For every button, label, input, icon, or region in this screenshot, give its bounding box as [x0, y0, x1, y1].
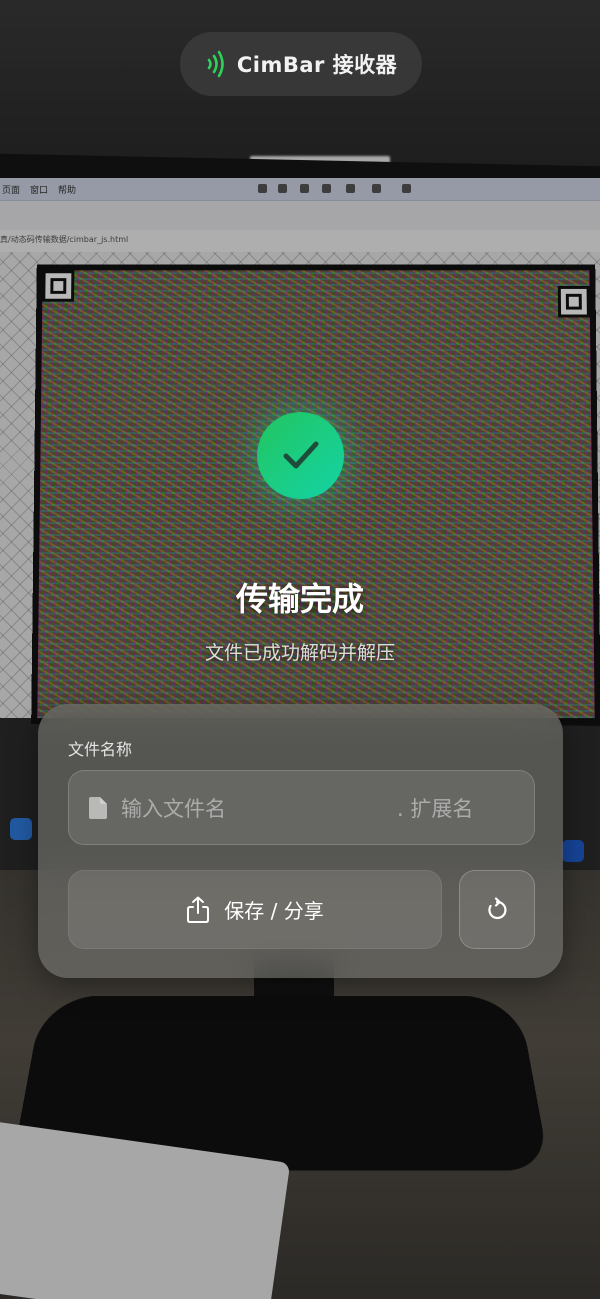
extension-input[interactable]	[395, 771, 529, 846]
filename-input[interactable]	[119, 771, 383, 846]
app-title: CimBar 接收器	[236, 53, 398, 77]
share-icon	[187, 896, 210, 923]
document-icon	[89, 797, 107, 819]
app-header-pill: CimBar 接收器	[180, 32, 422, 96]
save-share-button[interactable]: 保存 / 分享	[68, 870, 442, 949]
filename-label: 文件名称	[68, 740, 133, 759]
reset-icon	[488, 896, 507, 919]
transfer-complete-title: 传输完成	[235, 580, 364, 618]
success-badge	[257, 412, 344, 499]
check-icon	[283, 441, 318, 468]
filename-field	[68, 770, 535, 846]
save-file-card: 文件名称 保存 / 分享	[38, 704, 563, 978]
signal-waves-icon	[207, 50, 224, 78]
save-share-label: 保存 / 分享	[224, 899, 324, 923]
reset-button[interactable]	[459, 870, 535, 949]
transfer-complete-subtitle: 文件已成功解码并解压	[204, 642, 395, 664]
